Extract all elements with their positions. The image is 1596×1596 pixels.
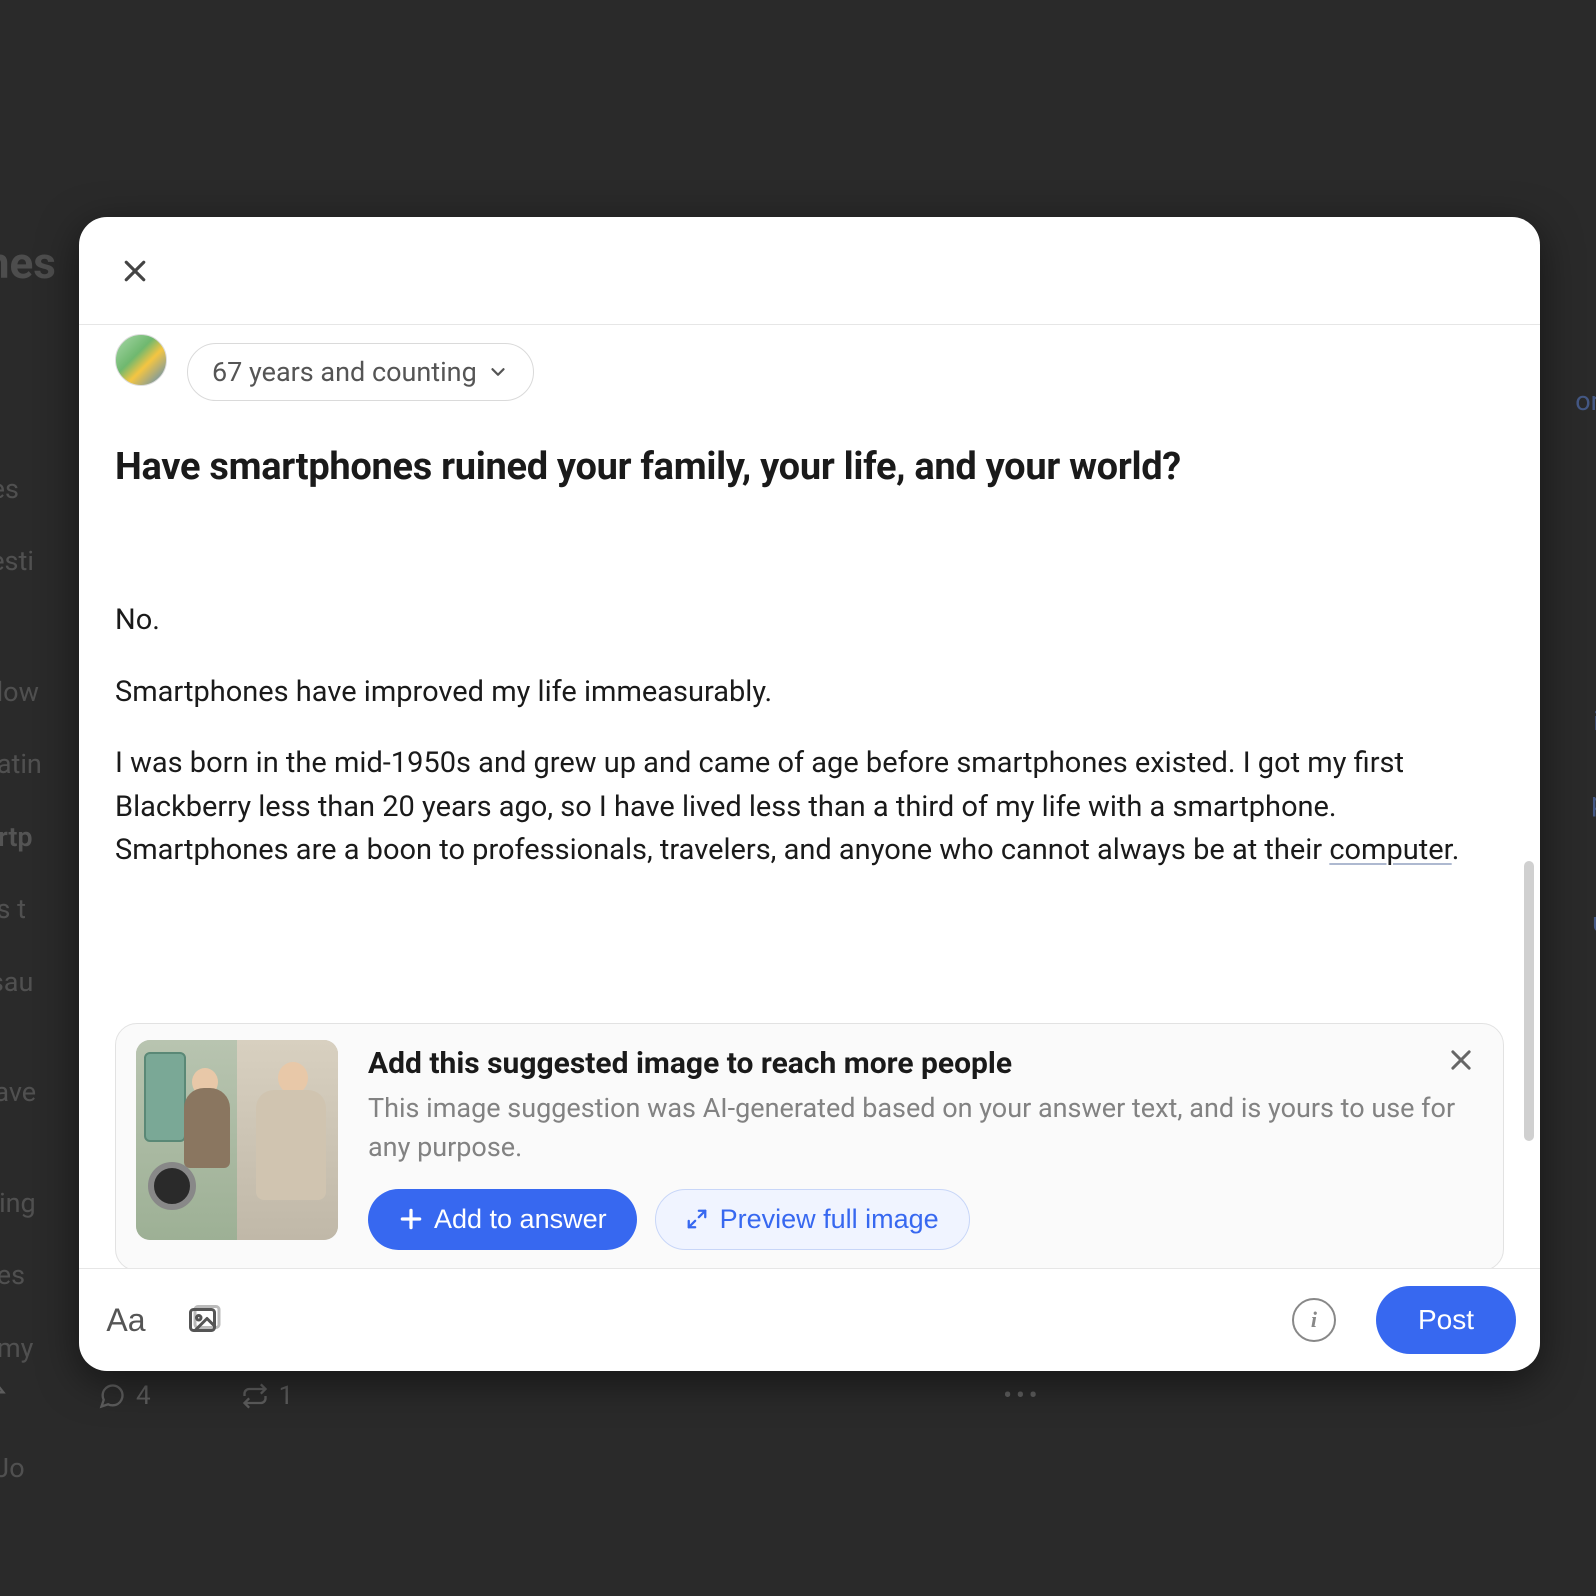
link-computer[interactable]: computer (1329, 833, 1451, 867)
author-row: 67 years and counting (115, 343, 1504, 401)
more-icon: ••• (1003, 1377, 1041, 1416)
modal-footer: Aa i Post (79, 1268, 1540, 1371)
close-icon (1447, 1046, 1475, 1074)
insert-image-button[interactable] (175, 1291, 233, 1349)
add-to-answer-button[interactable]: Add to answer (368, 1189, 637, 1250)
expand-icon (686, 1208, 708, 1230)
chevron-down-icon (487, 361, 509, 383)
credential-label: 67 years and counting (212, 356, 477, 388)
dismiss-suggestion-button[interactable] (1443, 1044, 1479, 1080)
avatar[interactable] (115, 334, 167, 386)
suggestion-title: Add this suggested image to reach more p… (368, 1046, 1483, 1081)
upvote-icon (0, 1376, 8, 1416)
text-format-icon: Aa (106, 1302, 145, 1339)
answer-paragraph: I was born in the mid-1950s and grew up … (115, 742, 1504, 873)
answer-editor-modal: 67 years and counting Have smartphones r… (79, 217, 1540, 1371)
post-button[interactable]: Post (1376, 1286, 1516, 1354)
question-title: Have smartphones ruined your family, you… (115, 445, 1504, 489)
image-suggestion-card: Add this suggested image to reach more p… (115, 1023, 1504, 1269)
suggested-image-thumbnail[interactable] (136, 1040, 338, 1240)
answer-paragraph: Smartphones have improved my life immeas… (115, 671, 1504, 715)
modal-header (79, 217, 1540, 325)
answer-editor[interactable]: No. Smartphones have improved my life im… (115, 599, 1504, 873)
close-button[interactable] (111, 247, 159, 295)
info-icon: i (1311, 1307, 1317, 1333)
credential-selector[interactable]: 67 years and counting (187, 343, 534, 401)
modal-body: 67 years and counting Have smartphones r… (79, 325, 1540, 1268)
close-icon (120, 256, 150, 286)
answer-paragraph: No. (115, 599, 1504, 643)
image-icon (186, 1302, 222, 1338)
suggestion-description: This image suggestion was AI-generated b… (368, 1089, 1483, 1167)
preview-image-button[interactable]: Preview full image (655, 1189, 970, 1250)
plus-icon (398, 1206, 424, 1232)
scrollbar[interactable] (1524, 445, 1534, 1138)
info-button[interactable]: i (1292, 1298, 1336, 1342)
text-format-button[interactable]: Aa (97, 1291, 155, 1349)
